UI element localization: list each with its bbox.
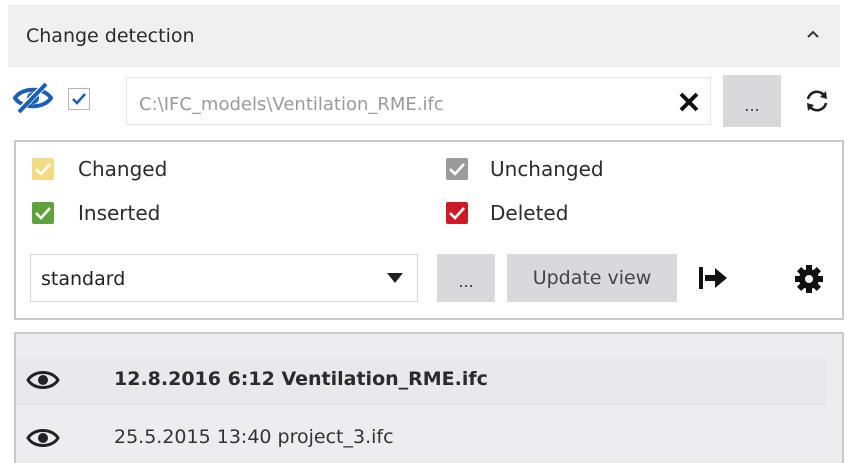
version-item[interactable]: 25.5.2015 13:40 project_3.ifc (16, 416, 826, 462)
change-legend-panel: Changed Unchanged Inserted Deleted stand… (14, 140, 844, 320)
refresh-icon[interactable] (804, 88, 830, 114)
preset-options-button[interactable]: ... (437, 254, 495, 302)
version-item[interactable]: 12.8.2016 6:12 Ventilation_RME.ifc (16, 358, 826, 405)
version-label: 25.5.2015 13:40 project_3.ifc (114, 426, 394, 448)
file-path-field[interactable]: C:\IFC_models\Ventilation_RME.ifc (126, 77, 711, 125)
version-label: 12.8.2016 6:12 Ventilation_RME.ifc (114, 368, 488, 390)
check-icon (35, 163, 51, 176)
file-path-text: C:\IFC_models\Ventilation_RME.ifc (139, 94, 444, 115)
eye-icon[interactable] (26, 426, 60, 450)
unchanged-checkbox[interactable] (446, 158, 468, 180)
eye-icon[interactable] (26, 368, 60, 392)
close-icon[interactable] (678, 91, 700, 113)
preset-select[interactable]: standard (30, 254, 418, 302)
preset-select-value: standard (41, 268, 126, 290)
unchanged-label: Unchanged (490, 157, 604, 181)
update-view-button[interactable]: Update view (507, 254, 677, 302)
changed-label: Changed (78, 157, 168, 181)
version-list: 12.8.2016 6:12 Ventilation_RME.ifc 25.5.… (14, 332, 844, 463)
file-enabled-checkbox[interactable] (68, 88, 90, 110)
deleted-label: Deleted (490, 201, 569, 225)
deleted-checkbox[interactable] (446, 202, 468, 224)
dropdown-arrow-icon (387, 273, 403, 283)
browse-button[interactable]: ... (723, 75, 781, 127)
chevron-up-icon[interactable] (806, 27, 820, 41)
changed-checkbox[interactable] (32, 158, 54, 180)
inserted-checkbox[interactable] (32, 202, 54, 224)
check-icon (449, 163, 465, 176)
eye-slash-icon[interactable] (12, 81, 54, 115)
check-icon (72, 93, 86, 105)
panel-header[interactable]: Change detection (8, 5, 840, 67)
inserted-label: Inserted (78, 201, 161, 225)
check-icon (449, 207, 465, 220)
check-icon (35, 207, 51, 220)
file-row: C:\IFC_models\Ventilation_RME.ifc ... (0, 75, 848, 127)
gear-icon[interactable] (794, 264, 824, 294)
panel-title: Change detection (26, 25, 195, 47)
export-arrow-icon[interactable] (697, 264, 729, 292)
